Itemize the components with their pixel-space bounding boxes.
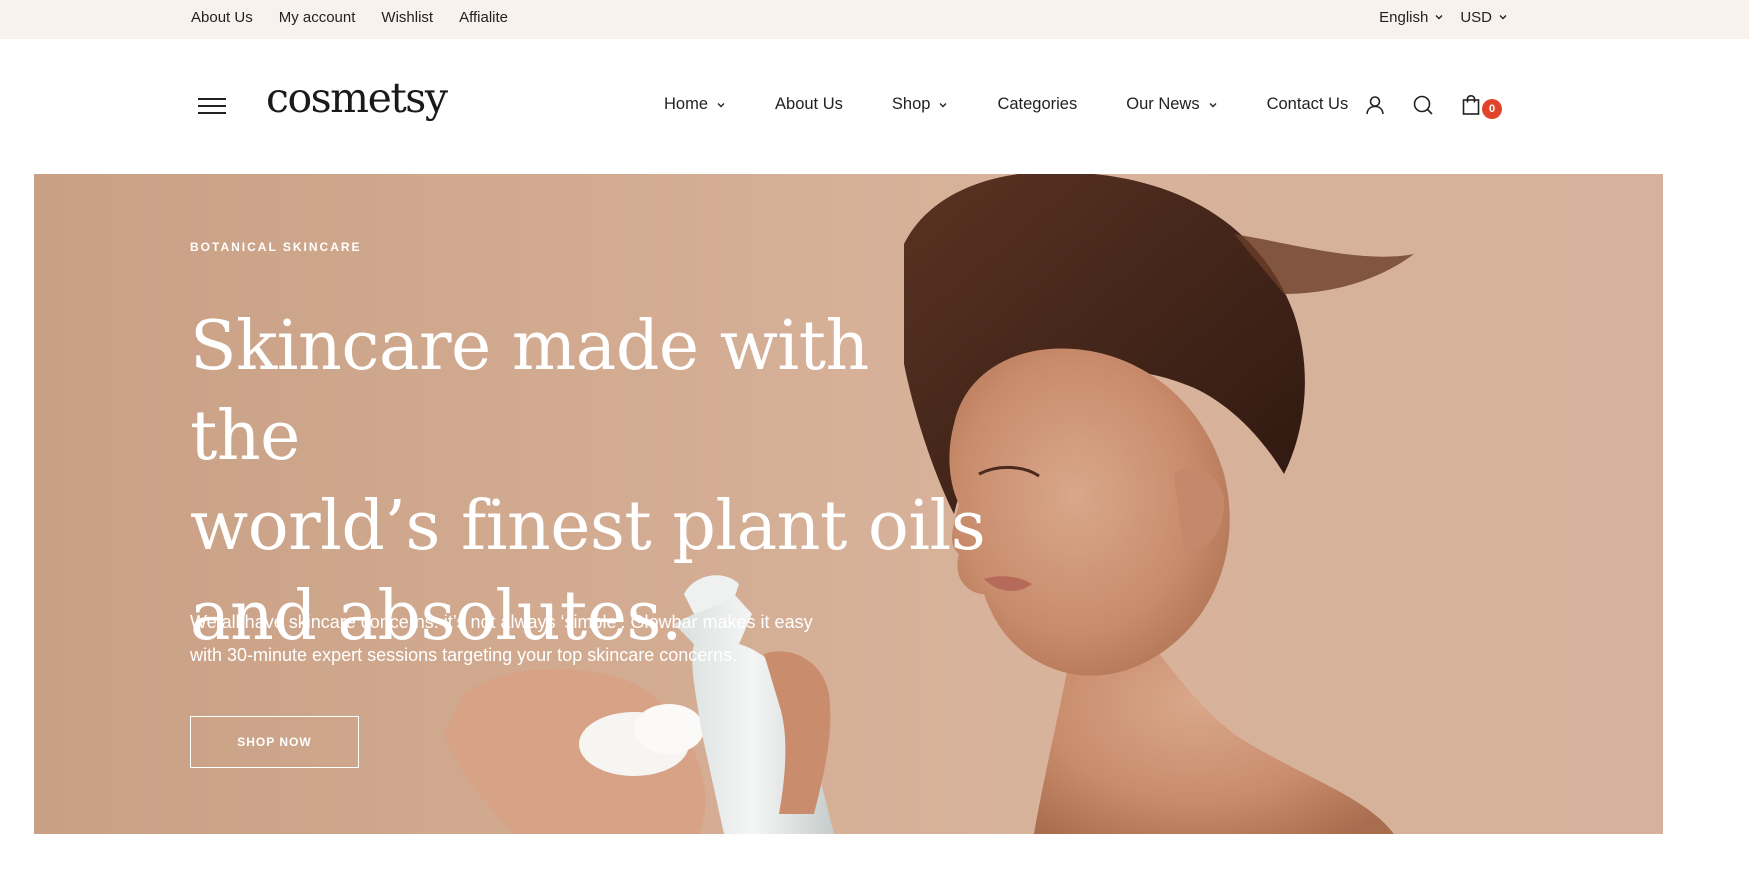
site-logo[interactable]: cosmetsy (266, 74, 448, 122)
nav-item-label: Categories (997, 95, 1078, 113)
hero-description: We all have skincare concerns: it’s not … (190, 606, 850, 672)
hero-eyebrow: BOTANICAL SKINCARE (190, 240, 362, 254)
nav-item-home[interactable]: Home (664, 95, 726, 114)
top-link-affiliate[interactable]: Affialite (459, 9, 508, 26)
chevron-down-icon (1499, 15, 1507, 20)
nav-item-categories[interactable]: Categories (997, 95, 1077, 114)
top-links: About Us My account Wishlist Affialite (191, 0, 508, 34)
currency-select[interactable]: USD (1460, 9, 1508, 26)
language-label: English (1379, 8, 1429, 26)
search-icon[interactable] (1412, 94, 1434, 116)
hero-headline-line: world’s finest plant oils (190, 487, 986, 566)
chevron-down-icon (1209, 102, 1217, 107)
language-select[interactable]: English (1379, 9, 1444, 26)
hero-banner: BOTANICAL SKINCARE Skincare made with th… (34, 174, 1663, 834)
main-nav: Home About Us Shop Categories Our News C… (664, 95, 1348, 114)
header-actions: 0 (1364, 94, 1502, 119)
nav-item-label: Our News (1126, 95, 1200, 113)
nav-item-label: Home (664, 95, 709, 113)
top-link-about-us[interactable]: About Us (191, 9, 253, 26)
main-header: cosmetsy Home About Us Shop Categories O… (0, 39, 1749, 174)
hero-description-line: We all have skincare concerns: it’s not … (190, 612, 813, 632)
nav-item-shop[interactable]: Shop (892, 95, 949, 114)
shopping-bag-icon (1462, 94, 1480, 115)
locale-switchers: English USD (1379, 0, 1508, 34)
shop-now-button[interactable]: SHOP NOW (190, 716, 359, 768)
chevron-down-icon (717, 102, 725, 107)
currency-label: USD (1460, 8, 1492, 26)
user-icon[interactable] (1364, 94, 1386, 116)
top-link-my-account[interactable]: My account (279, 9, 356, 26)
nav-item-label: Contact Us (1266, 95, 1349, 113)
hero-headline-line: Skincare made with the (190, 307, 869, 476)
top-link-wishlist[interactable]: Wishlist (381, 9, 433, 26)
nav-item-label: About Us (775, 95, 843, 113)
nav-item-label: Shop (891, 95, 931, 113)
chevron-down-icon (939, 102, 947, 107)
cart-count-badge: 0 (1482, 99, 1502, 119)
hamburger-menu-icon[interactable] (198, 98, 226, 116)
nav-item-contact-us[interactable]: Contact Us (1267, 95, 1349, 114)
nav-item-our-news[interactable]: Our News (1126, 95, 1217, 114)
top-bar: About Us My account Wishlist Affialite E… (0, 0, 1749, 39)
hero-description-line: with 30-minute expert sessions targeting… (190, 645, 738, 665)
chevron-down-icon (1435, 15, 1443, 20)
cart-button[interactable]: 0 (1460, 94, 1502, 119)
nav-item-about-us[interactable]: About Us (775, 95, 843, 114)
